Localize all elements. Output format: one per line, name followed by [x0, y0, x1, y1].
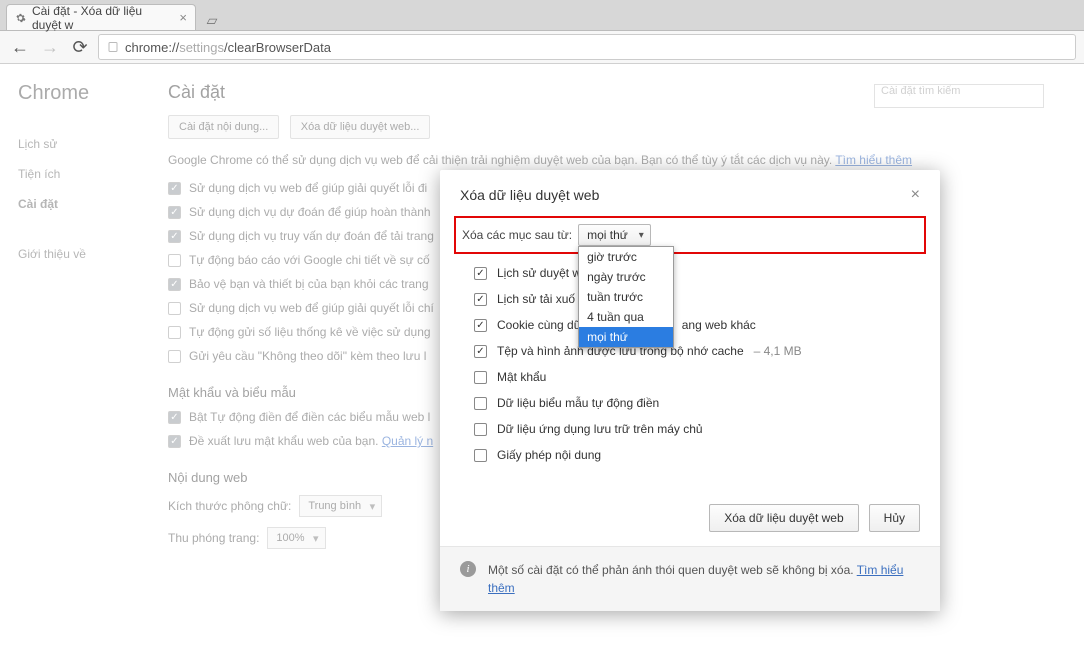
- toolbar: ← → ⟳ chrome://settings/clearBrowserData: [0, 30, 1084, 64]
- brand-title: Chrome: [18, 82, 160, 105]
- time-range-select[interactable]: mọi thứ giờ trướcngày trướctuần trước4 t…: [578, 224, 651, 246]
- clear-data-option[interactable]: Tệp và hình ảnh được lưu trong bộ nhớ ca…: [474, 344, 920, 358]
- checkbox-icon: [474, 293, 487, 306]
- checkbox-icon: [474, 423, 487, 436]
- checkbox-icon: [168, 302, 181, 315]
- settings-search[interactable]: Cài đặt tìm kiếm: [874, 84, 1044, 108]
- font-size-select[interactable]: Trung bình: [299, 495, 382, 517]
- sidebar-item-about[interactable]: Giới thiệu về: [18, 239, 160, 269]
- checkbox-icon: [474, 267, 487, 280]
- dialog-close-button[interactable]: ×: [911, 186, 920, 204]
- content-settings-button[interactable]: Cài đặt nội dung...: [168, 115, 279, 139]
- checkbox-icon: [474, 397, 487, 410]
- checkbox-icon: [474, 345, 487, 358]
- time-range-row: Xóa các mục sau từ: mọi thứ giờ trướcngà…: [454, 216, 926, 254]
- clear-data-option[interactable]: Dữ liệu ứng dụng lưu trữ trên máy chủ: [474, 422, 920, 436]
- gear-icon: [15, 12, 26, 24]
- clear-data-option[interactable]: Lịch sử tải xuố: [474, 292, 920, 306]
- new-tab-button[interactable]: ▱: [202, 10, 222, 30]
- cancel-button[interactable]: Hủy: [869, 504, 920, 532]
- clear-data-button[interactable]: Xóa dữ liệu duyệt web...: [290, 115, 431, 139]
- sidebar-item-history[interactable]: Lịch sử: [18, 129, 160, 159]
- checkbox-icon: [168, 326, 181, 339]
- page-icon: [107, 41, 119, 53]
- tab-close-icon[interactable]: ×: [179, 10, 187, 25]
- sidebar-item-extensions[interactable]: Tiện ích: [18, 159, 160, 189]
- checkbox-icon: ✓: [168, 411, 181, 424]
- checkbox-icon: ✓: [168, 435, 181, 448]
- clear-data-option[interactable]: Dữ liệu biểu mẫu tự động điền: [474, 396, 920, 410]
- dropdown-option[interactable]: giờ trước: [579, 247, 673, 267]
- checkbox-icon: [168, 350, 181, 363]
- back-button[interactable]: ←: [8, 35, 32, 59]
- zoom-select[interactable]: 100%: [267, 527, 325, 549]
- browser-chrome: Cài đặt - Xóa dữ liệu duyệt w × ▱ ← → ⟳ …: [0, 0, 1084, 64]
- reload-button[interactable]: ⟳: [68, 35, 92, 59]
- checkbox-icon: [168, 254, 181, 267]
- checkbox-icon: ✓: [168, 182, 181, 195]
- dropdown-option[interactable]: ngày trước: [579, 267, 673, 287]
- confirm-clear-button[interactable]: Xóa dữ liệu duyệt web: [709, 504, 858, 532]
- address-bar[interactable]: chrome://settings/clearBrowserData: [98, 34, 1076, 60]
- time-range-dropdown: giờ trướcngày trướctuần trước4 tuần quam…: [578, 246, 674, 348]
- tab-bar: Cài đặt - Xóa dữ liệu duyệt w × ▱: [0, 0, 1084, 30]
- dropdown-option[interactable]: tuần trước: [579, 287, 673, 307]
- clear-data-option[interactable]: Giấy phép nội dung: [474, 448, 920, 462]
- learn-more-link[interactable]: Tìm hiểu thêm: [835, 153, 912, 167]
- checkbox-icon: ✓: [168, 278, 181, 291]
- dialog-info: i Một số cài đặt có thể phản ánh thói qu…: [440, 546, 940, 611]
- clear-data-option[interactable]: Mật khẩu: [474, 370, 920, 384]
- url-text: chrome://settings/clearBrowserData: [125, 40, 331, 55]
- dialog-title: Xóa dữ liệu duyệt web: [460, 187, 911, 203]
- forward-button: →: [38, 35, 62, 59]
- clear-data-option[interactable]: Lịch sử duyệt w: [474, 266, 920, 280]
- dropdown-option[interactable]: 4 tuần qua: [579, 307, 673, 327]
- tab-title: Cài đặt - Xóa dữ liệu duyệt w: [32, 4, 173, 32]
- checkbox-icon: [474, 371, 487, 384]
- dropdown-option[interactable]: mọi thứ: [579, 327, 673, 347]
- info-icon: i: [460, 561, 476, 577]
- browser-tab[interactable]: Cài đặt - Xóa dữ liệu duyệt w ×: [6, 4, 196, 30]
- time-range-label: Xóa các mục sau từ:: [462, 228, 572, 242]
- sidebar-item-settings[interactable]: Cài đặt: [18, 189, 160, 219]
- checkbox-icon: ✓: [168, 206, 181, 219]
- privacy-description: Google Chrome có thể sử dụng dịch vụ web…: [168, 151, 1084, 169]
- clear-browsing-data-dialog: Xóa dữ liệu duyệt web × Xóa các mục sau …: [440, 170, 940, 611]
- sidebar: Chrome Lịch sử Tiện ích Cài đặt Giới thi…: [0, 82, 160, 559]
- checkbox-icon: [474, 449, 487, 462]
- checkbox-icon: ✓: [168, 230, 181, 243]
- checkbox-icon: [474, 319, 487, 332]
- clear-data-option[interactable]: Cookie cùng dữang web khác: [474, 318, 920, 332]
